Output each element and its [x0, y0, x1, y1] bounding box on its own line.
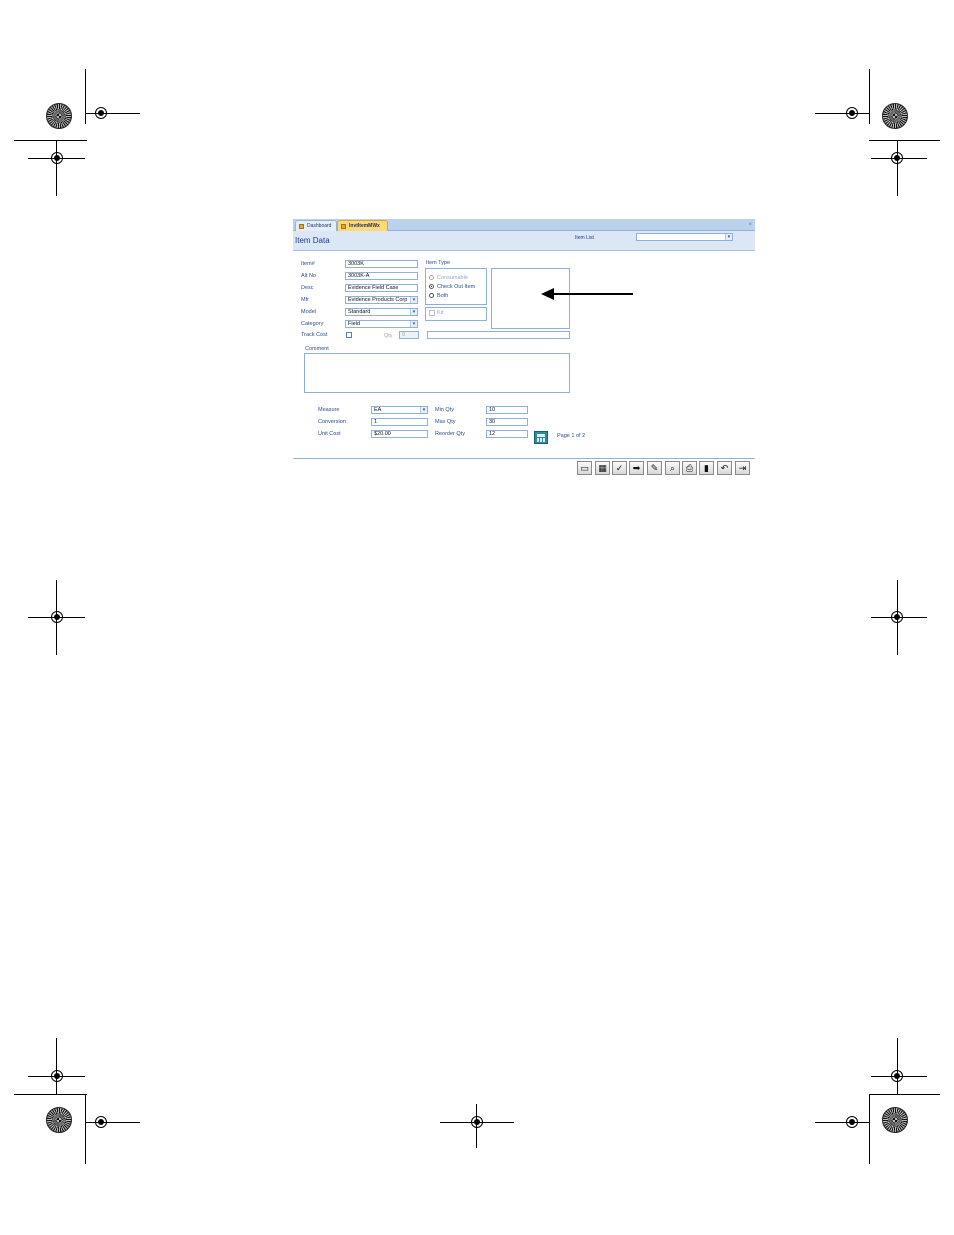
category-value: Field	[348, 321, 360, 327]
checkmark-icon: ✓	[615, 463, 624, 473]
kit-checkbox[interactable]	[429, 310, 435, 316]
trash-icon: ▮	[704, 463, 709, 473]
consumable-label: Consumable	[437, 275, 468, 281]
mfr-label: Mfr	[301, 297, 309, 303]
min-qty-field[interactable]: 10	[486, 406, 528, 414]
exit-button[interactable]: ⇥	[735, 461, 750, 475]
new-record-button[interactable]: ▭	[577, 461, 592, 475]
comment-label: Comment	[305, 346, 329, 352]
tab-invt-item[interactable]: InvtItemMWx	[337, 220, 388, 231]
tab-invt-item-label: InvtItemMWx	[349, 223, 380, 229]
chevron-down-icon[interactable]: ▾	[410, 297, 417, 303]
form-icon	[299, 224, 304, 229]
unit-cost-label: Unit Cost	[318, 431, 341, 437]
qty-field[interactable]: 0	[399, 331, 419, 339]
exit-door-icon: ⇥	[738, 463, 747, 473]
item-picture-box[interactable]	[491, 268, 570, 329]
calculator-icon: ▦	[598, 463, 607, 473]
desc-label: Desc	[301, 285, 314, 291]
save-button[interactable]: ✓	[612, 461, 627, 475]
item-no-label: Item#	[301, 261, 315, 267]
model-value: Standard	[348, 309, 371, 315]
edit-button[interactable]: ✎	[647, 461, 662, 475]
calculator-button[interactable]: ▦	[595, 461, 610, 475]
alt-no-label: Alt No	[301, 273, 316, 279]
item-list-label: Item List	[575, 235, 594, 241]
chevron-down-icon[interactable]: ▾	[410, 321, 417, 327]
max-qty-label: Max Qty	[435, 419, 456, 425]
new-record-icon: ▭	[580, 463, 589, 473]
measure-value: EA	[374, 407, 382, 413]
item-data-window: Dashboard InvtItemMWx × Item Data Item L…	[293, 219, 755, 479]
measure-select[interactable]: EA ▾	[371, 406, 428, 414]
desc-field[interactable]: Evidence Field Case	[345, 284, 418, 292]
track-cost-checkbox[interactable]	[346, 332, 352, 338]
print-button[interactable]: ⎙	[682, 461, 697, 475]
mfr-select[interactable]: Evidence Products Corp ▾	[345, 296, 418, 304]
printer-icon: ⎙	[685, 463, 694, 473]
check-out-item-label: Check Out Item	[437, 284, 476, 290]
tab-dashboard[interactable]: Dashboard	[295, 220, 337, 231]
conversion-field[interactable]: 1	[371, 418, 428, 426]
radio-both[interactable]	[429, 293, 434, 298]
undo-icon: ↶	[720, 463, 729, 473]
chevron-down-icon[interactable]: ▾	[725, 234, 732, 240]
chevron-down-icon[interactable]: ▾	[420, 407, 427, 413]
page-indicator: Page 1 of 2	[557, 433, 586, 439]
comment-textarea[interactable]	[304, 353, 570, 393]
delete-button[interactable]: ▮	[699, 461, 714, 475]
radio-consumable[interactable]	[429, 275, 434, 280]
form-header: Item Data Item List ▾	[293, 231, 755, 251]
both-label: Both	[437, 293, 449, 299]
arrow-right-icon: ➡	[632, 463, 641, 473]
item-no-field[interactable]: 3003K	[345, 260, 418, 268]
reorder-qty-label: Reorder Qty	[435, 431, 465, 437]
undo-button[interactable]: ↶	[717, 461, 732, 475]
max-qty-field[interactable]: 30	[486, 418, 528, 426]
measure-label: Measure	[318, 407, 340, 413]
category-select[interactable]: Field ▾	[345, 320, 418, 328]
min-qty-label: Min Qty	[435, 407, 454, 413]
magnifier-icon: ⌕	[669, 463, 676, 473]
find-button[interactable]: ⌕	[665, 461, 680, 475]
next-button[interactable]: ➡	[629, 461, 644, 475]
mfr-value: Evidence Products Corp	[348, 297, 408, 303]
callout-arrow-icon	[541, 288, 554, 300]
kit-label: Kit	[437, 310, 444, 316]
track-cost-label: Track Cost	[301, 332, 328, 338]
model-select[interactable]: Standard ▾	[345, 308, 418, 316]
item-list-combo[interactable]: ▾	[636, 233, 733, 241]
conversion-label: Conversion	[318, 419, 346, 425]
cost-note-field[interactable]	[427, 331, 570, 339]
unit-cost-field[interactable]: $20.00	[371, 430, 428, 438]
close-icon[interactable]: ×	[748, 219, 752, 231]
model-label: Model	[301, 309, 316, 315]
category-label: Category	[301, 321, 324, 327]
tab-dashboard-label: Dashboard	[307, 223, 332, 229]
qty-label: Qty	[384, 333, 393, 339]
page-title: Item Data	[295, 236, 330, 245]
document-tab-bar: Dashboard InvtItemMWx ×	[293, 219, 755, 231]
radio-check-out-item[interactable]	[429, 284, 434, 289]
edit-icon: ✎	[650, 463, 659, 473]
item-type-label: Item Type	[426, 260, 451, 266]
alt-no-field[interactable]: 3003K-A	[345, 272, 418, 280]
chevron-down-icon[interactable]: ▾	[410, 309, 417, 315]
reorder-qty-field[interactable]: 12	[486, 430, 528, 438]
callout-arrow-line	[552, 293, 633, 295]
form-icon	[341, 224, 346, 229]
toolbar-divider	[293, 458, 755, 459]
calculator-icon[interactable]	[534, 431, 548, 444]
